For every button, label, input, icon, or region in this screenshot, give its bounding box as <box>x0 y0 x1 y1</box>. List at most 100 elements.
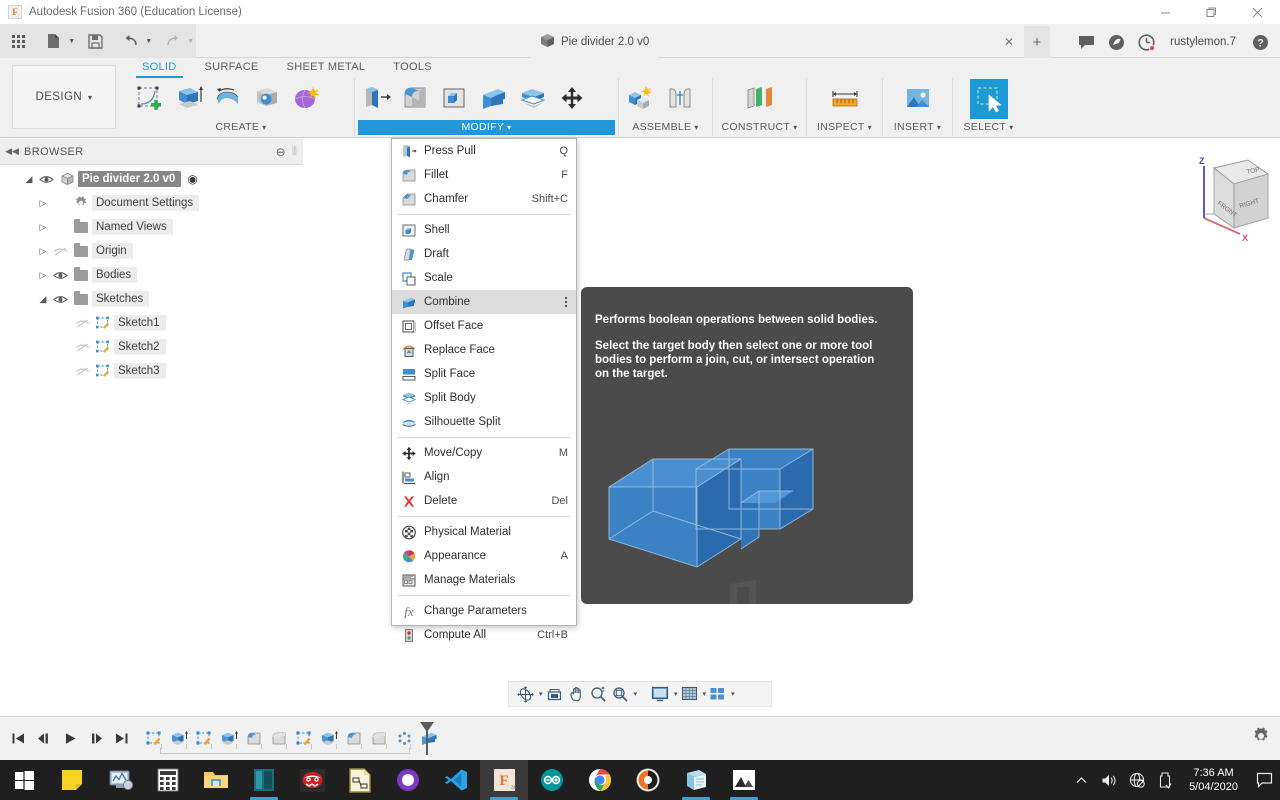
visibility-eye-hidden-icon[interactable] <box>72 366 92 377</box>
browser-resize-grip-icon[interactable]: ⦀ <box>292 144 297 159</box>
tree-item-named-views[interactable]: ▷ Named Views <box>0 215 303 239</box>
new-file-icon[interactable] <box>41 28 66 54</box>
speaker-icon[interactable] <box>1095 760 1123 800</box>
display-settings-caret-icon[interactable]: ▾ <box>674 690 678 698</box>
panel-select-label[interactable]: SELECT ▾ <box>956 120 1021 135</box>
menu-item-appearance[interactable]: Appearance A <box>392 544 576 568</box>
tab-solid[interactable]: SOLID <box>128 58 191 78</box>
menu-item-chamfer[interactable]: Chamfer Shift+C <box>392 187 576 211</box>
code-editor-icon[interactable] <box>240 760 288 800</box>
arduino-icon[interactable] <box>528 760 576 800</box>
fit-caret-icon[interactable]: ▾ <box>634 690 638 698</box>
create-sketch-icon[interactable] <box>131 79 169 119</box>
tree-item-root[interactable]: ◢ Pie divider 2.0 v0 ◉ <box>0 167 303 191</box>
menu-item-silhouette-split[interactable]: Silhouette Split <box>392 410 576 434</box>
menu-item-shell[interactable]: Shell <box>392 218 576 242</box>
menu-item-delete[interactable]: Delete Del <box>392 489 576 513</box>
sticky-notes-icon[interactable] <box>48 760 96 800</box>
tab-tools[interactable]: TOOLS <box>379 58 446 78</box>
calculator-icon[interactable] <box>144 760 192 800</box>
tree-item-sketches[interactable]: ◢ Sketches <box>0 287 303 311</box>
menu-item-press-pull[interactable]: Press Pull Q <box>392 139 576 163</box>
fillet-icon[interactable] <box>397 79 435 119</box>
expand-arrow-icon[interactable]: ◢ <box>36 294 50 305</box>
skip-to-end-icon[interactable] <box>110 725 134 751</box>
menu-item-draft[interactable]: Draft <box>392 242 576 266</box>
orbit-icon[interactable] <box>515 683 536 705</box>
tree-item-sketch3[interactable]: Sketch3 <box>0 359 303 383</box>
new-tab-button[interactable]: + <box>1024 26 1050 58</box>
display-settings-icon[interactable] <box>649 683 671 705</box>
expand-arrow-icon[interactable]: ▷ <box>36 222 50 233</box>
document-tab[interactable]: Pie divider 2.0 v0 <box>530 26 660 58</box>
redo-icon[interactable] <box>160 28 185 54</box>
step-back-icon[interactable] <box>32 725 56 751</box>
grid-snaps-caret-icon[interactable]: ▾ <box>703 690 707 698</box>
undo-caret-icon[interactable]: ▼ <box>143 28 154 54</box>
vs-code-icon[interactable] <box>432 760 480 800</box>
workspace-selector[interactable]: DESIGN ▾ <box>12 65 116 129</box>
extrude-icon[interactable] <box>170 79 208 119</box>
menu-item-combine[interactable]: Combine <box>392 290 576 314</box>
expand-arrow-icon[interactable]: ▷ <box>36 270 50 281</box>
job-status-icon[interactable] <box>1102 28 1130 56</box>
fit-icon[interactable] <box>610 683 631 705</box>
maximize-button[interactable] <box>1188 0 1234 24</box>
shell-icon[interactable] <box>436 79 474 119</box>
tree-item-sketch2[interactable]: Sketch2 <box>0 335 303 359</box>
tree-item-document-settings[interactable]: ▷ Document Settings <box>0 191 303 215</box>
purple-circle-app-icon[interactable] <box>384 760 432 800</box>
press-pull-icon[interactable] <box>358 79 396 119</box>
panel-create-label[interactable]: CREATE ▾ <box>131 120 351 135</box>
tree-item-origin[interactable]: ▷ Origin <box>0 239 303 263</box>
menu-item-align[interactable]: Align <box>392 465 576 489</box>
panel-construct-label[interactable]: CONSTRUCT ▾ <box>716 120 803 135</box>
menu-item-compute-all[interactable]: Compute All Ctrl+B <box>392 623 576 647</box>
photos-icon[interactable] <box>720 760 768 800</box>
browser-collapse-icon[interactable]: ◀◀ <box>0 139 24 165</box>
select-window-icon[interactable] <box>969 79 1008 119</box>
skip-to-start-icon[interactable] <box>6 725 30 751</box>
close-button[interactable] <box>1234 0 1280 24</box>
pan-icon[interactable] <box>566 683 587 705</box>
user-account-menu[interactable]: rustylemon.7 <box>1162 36 1244 48</box>
expand-arrow-icon[interactable]: ▷ <box>36 246 50 257</box>
split-body-icon[interactable] <box>514 79 552 119</box>
menu-item-scale[interactable]: Scale <box>392 266 576 290</box>
move-copy-icon[interactable] <box>553 79 591 119</box>
insert-image-icon[interactable] <box>899 79 937 119</box>
new-component-icon[interactable] <box>622 79 660 119</box>
libreoffice-draw-icon[interactable] <box>336 760 384 800</box>
timeline-settings-gear-icon[interactable] <box>1252 727 1270 750</box>
minimize-button[interactable] <box>1142 0 1188 24</box>
save-icon[interactable] <box>83 28 108 54</box>
panel-inspect-label[interactable]: INSPECT ▾ <box>810 120 879 135</box>
grid-snaps-icon[interactable] <box>679 683 700 705</box>
windows-start-icon[interactable] <box>0 760 48 800</box>
help-icon[interactable]: ? <box>1246 28 1274 56</box>
performance-monitor-icon[interactable] <box>96 760 144 800</box>
app-grid-icon[interactable] <box>6 28 31 54</box>
menu-item-offset-face[interactable]: Offset Face <box>392 314 576 338</box>
visibility-eye-hidden-icon[interactable] <box>72 318 92 329</box>
menu-item-split-body[interactable]: Split Body <box>392 386 576 410</box>
action-center-icon[interactable] <box>1248 760 1280 800</box>
panel-insert-label[interactable]: INSERT ▾ <box>886 120 949 135</box>
tree-item-sketch1[interactable]: Sketch1 <box>0 311 303 335</box>
offset-plane-icon[interactable] <box>741 79 779 119</box>
viewports-caret-icon[interactable]: ▾ <box>731 690 735 698</box>
joint-icon[interactable] <box>661 79 699 119</box>
menu-item-overflow-icon[interactable] <box>565 297 567 307</box>
redo-caret-icon[interactable]: ▼ <box>185 28 196 54</box>
usb-eject-icon[interactable] <box>1151 760 1179 800</box>
notepad-app-icon[interactable] <box>672 760 720 800</box>
zoom-icon[interactable] <box>588 683 609 705</box>
tab-surface[interactable]: SURFACE <box>191 58 273 78</box>
menu-item-change-parameters[interactable]: fx Change Parameters <box>392 599 576 623</box>
visibility-eye-icon[interactable] <box>50 270 70 281</box>
timeline-end-marker[interactable] <box>418 721 436 755</box>
view-cube[interactable]: TOP FRONT RIGHT Z X <box>1176 148 1276 248</box>
menu-item-replace-face[interactable]: Replace Face <box>392 338 576 362</box>
measure-icon[interactable] <box>826 79 864 119</box>
menu-item-manage-materials[interactable]: Manage Materials <box>392 568 576 592</box>
